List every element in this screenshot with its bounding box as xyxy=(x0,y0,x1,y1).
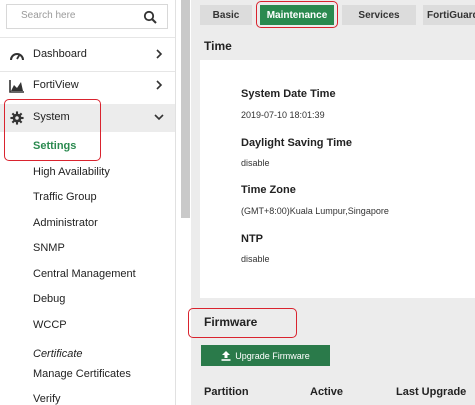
sidebar-item-label: FortiView xyxy=(33,79,79,91)
ntp-label: NTP xyxy=(241,233,263,245)
time-zone-label: Time Zone xyxy=(241,184,296,196)
sidebar: Search here Dashboard FortiView System S… xyxy=(0,0,176,405)
sidebar-subitem-traffic-group[interactable]: Traffic Group xyxy=(33,191,97,203)
sidebar-subitem-verify[interactable]: Verify xyxy=(33,393,61,405)
tab-services[interactable]: Services xyxy=(342,5,416,25)
chevron-right-icon xyxy=(156,49,163,59)
main-content: Basic Maintenance Services FortiGuard Ti… xyxy=(191,0,475,405)
chevron-down-icon xyxy=(154,114,164,121)
dashboard-icon xyxy=(10,53,24,61)
sidebar-scrollbar[interactable] xyxy=(181,0,190,218)
daylight-saving-value: disable xyxy=(241,158,270,168)
upload-icon xyxy=(221,350,231,361)
search-input[interactable]: Search here xyxy=(21,10,75,21)
upgrade-firmware-label: Upgrade Firmware xyxy=(235,350,310,361)
ntp-value: disable xyxy=(241,254,270,264)
system-date-time-label: System Date Time xyxy=(241,88,336,100)
upgrade-firmware-button[interactable]: Upgrade Firmware xyxy=(201,345,330,366)
sidebar-item-label: Dashboard xyxy=(33,48,87,60)
gear-icon xyxy=(10,111,24,125)
sidebar-subitem-debug[interactable]: Debug xyxy=(33,293,65,305)
time-zone-value: (GMT+8:00)Kuala Lumpur,Singapore xyxy=(241,206,389,216)
column-header-partition[interactable]: Partition xyxy=(204,386,249,398)
sidebar-subitem-settings[interactable]: Settings xyxy=(33,140,76,152)
chart-icon xyxy=(9,80,24,93)
column-header-last-upgrade[interactable]: Last Upgrade xyxy=(396,386,466,398)
sidebar-subitem-high-availability[interactable]: High Availability xyxy=(33,166,110,178)
sidebar-subitem-central-management[interactable]: Central Management xyxy=(33,268,136,280)
sidebar-item-dashboard[interactable]: Dashboard xyxy=(0,41,175,69)
sidebar-item-system[interactable]: System xyxy=(0,104,175,132)
time-section-title: Time xyxy=(204,39,232,53)
daylight-saving-label: Daylight Saving Time xyxy=(241,137,353,149)
sidebar-subitem-wccp[interactable]: WCCP xyxy=(33,319,67,331)
firmware-section-title: Firmware xyxy=(204,315,258,329)
sidebar-section-certificate: Certificate xyxy=(33,348,83,360)
tab-fortiguard[interactable]: FortiGuard xyxy=(423,5,475,25)
time-card: System Date Time 2019-07-10 18:01:39 Day… xyxy=(200,60,475,298)
sidebar-item-fortiview[interactable]: FortiView xyxy=(0,72,175,100)
sidebar-subitem-snmp[interactable]: SNMP xyxy=(33,242,65,254)
tab-basic[interactable]: Basic xyxy=(200,5,252,25)
tab-maintenance[interactable]: Maintenance xyxy=(260,5,334,25)
system-date-time-value: 2019-07-10 18:01:39 xyxy=(241,110,325,120)
column-header-active[interactable]: Active xyxy=(310,386,343,398)
search-box[interactable]: Search here xyxy=(6,4,168,29)
sidebar-subitem-administrator[interactable]: Administrator xyxy=(33,217,98,229)
tab-bar: Basic Maintenance Services FortiGuard xyxy=(191,0,475,27)
sidebar-subitem-manage-certificates[interactable]: Manage Certificates xyxy=(33,368,131,380)
divider xyxy=(0,37,175,38)
sidebar-item-label: System xyxy=(33,111,70,123)
search-icon[interactable] xyxy=(143,10,157,24)
chevron-right-icon xyxy=(156,80,163,90)
